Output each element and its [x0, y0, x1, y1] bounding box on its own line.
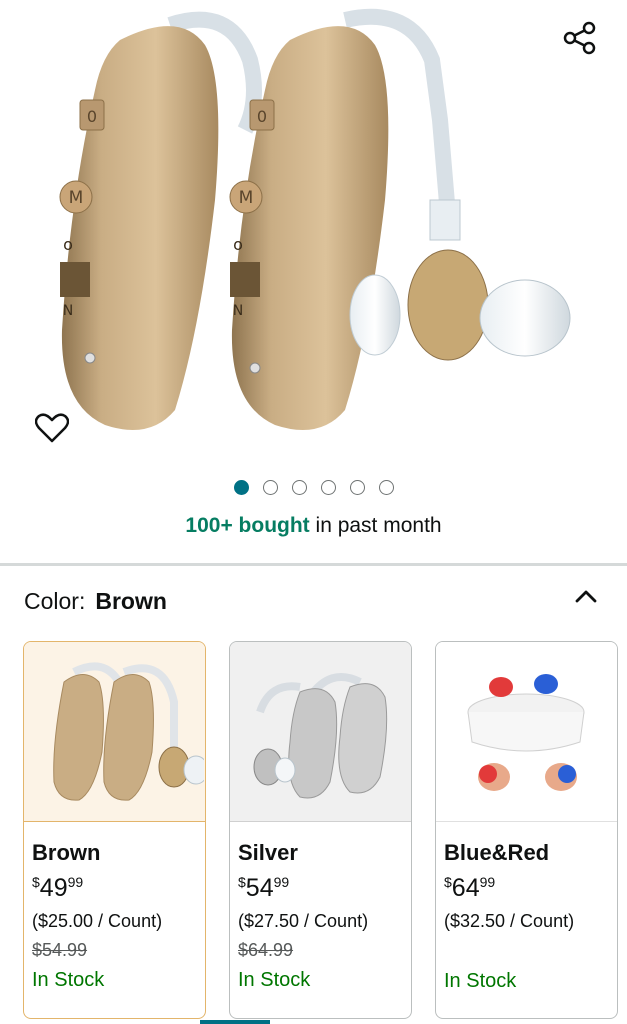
swatch-name: Blue&Red	[444, 840, 550, 865]
bought-count: 100+ bought	[185, 514, 310, 537]
color-swatch-silver[interactable]: Silver $5499 ($27.50 / Count) $64.99 In …	[229, 641, 412, 1019]
bought-suffix: in past month	[309, 514, 442, 537]
swatch-price: $6499	[444, 874, 496, 902]
color-swatch-brown[interactable]: Brown $4999 ($25.00 / Count) $54.99 In S…	[23, 641, 206, 1019]
swatch-list-price: $64.99	[238, 940, 294, 960]
swatch-price: $4999	[32, 874, 84, 902]
switch-label: 0	[257, 107, 267, 126]
swatch-stock-status: In Stock	[238, 969, 311, 991]
carousel-dot[interactable]	[378, 480, 394, 495]
carousel-dot[interactable]	[262, 480, 278, 495]
dial-o-label: o	[233, 235, 243, 254]
hearing-aids-product-image: 0 M o N 0 M o N	[59, 8, 571, 431]
bought-in-past-month: 100+ bought in past month	[0, 514, 627, 538]
color-swatch-blue-red[interactable]: Blue&Red $6499 ($32.50 / Count) In Stock	[435, 641, 618, 1019]
share-button[interactable]	[558, 16, 602, 60]
carousel-dot[interactable]	[291, 480, 307, 495]
silver-hearing-aids-thumbnail	[253, 673, 388, 799]
heart-icon	[35, 413, 69, 443]
carousel-dot[interactable]	[349, 480, 365, 495]
dial-n-label: N	[233, 303, 243, 319]
carousel-dot[interactable]	[233, 480, 249, 495]
dial-o-label: o	[63, 235, 73, 254]
swatch-stock-status: In Stock	[32, 969, 105, 991]
blue-red-hearing-aids-thumbnail	[467, 674, 585, 791]
dial-n-label: N	[63, 303, 73, 319]
color-selector-header: Color: Brown	[24, 588, 167, 615]
section-divider	[0, 563, 627, 566]
m-button-label: M	[239, 188, 254, 208]
image-carousel-indicators	[0, 480, 627, 495]
swatch-price: $5499	[238, 874, 290, 902]
scroll-indicator	[200, 1020, 270, 1024]
swatch-price-per-count: ($32.50 / Count)	[444, 911, 575, 931]
swatch-image	[24, 642, 205, 822]
swatch-price-per-count: ($27.50 / Count)	[238, 911, 369, 931]
swatch-name: Brown	[32, 840, 101, 865]
product-image-gallery[interactable]: 0 M o N 0 M o N	[0, 0, 627, 460]
carousel-dot[interactable]	[320, 480, 336, 495]
swatch-list-price: $54.99	[32, 940, 88, 960]
color-label: Color:	[24, 588, 86, 614]
swatch-image	[436, 642, 617, 822]
selected-color: Brown	[95, 588, 167, 614]
collapse-color-button[interactable]	[566, 578, 606, 614]
brown-hearing-aids-thumbnail	[53, 662, 205, 801]
swatch-price-per-count: ($25.00 / Count)	[32, 911, 163, 931]
m-button-label: M	[69, 188, 84, 208]
share-icon	[563, 21, 596, 55]
swatch-image	[230, 642, 411, 822]
favorite-button[interactable]	[24, 400, 80, 456]
chevron-up-icon	[575, 590, 597, 603]
swatch-name: Silver	[238, 840, 298, 865]
switch-label: 0	[87, 107, 97, 126]
swatch-stock-status: In Stock	[444, 970, 517, 992]
